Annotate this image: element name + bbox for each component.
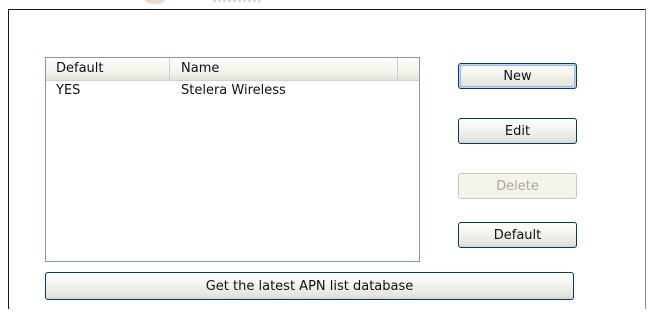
get-latest-apn-list-button[interactable]: Get the latest APN list database <box>45 272 574 300</box>
list-item[interactable]: YES Stelera Wireless <box>46 81 419 100</box>
edit-button[interactable]: Edit <box>458 118 577 144</box>
list-item-default: YES <box>56 83 81 98</box>
apn-list[interactable]: Default Name YES Stelera Wireless <box>45 57 420 262</box>
apn-settings-page: Default Name YES Stelera Wireless New Ed… <box>0 0 654 313</box>
delete-button[interactable]: Delete <box>458 173 577 199</box>
apn-list-header: Default Name <box>46 58 419 81</box>
list-item-name: Stelera Wireless <box>181 83 286 98</box>
new-button[interactable]: New <box>458 63 577 89</box>
column-header-default[interactable]: Default <box>46 58 170 80</box>
cropped-header-fragment <box>145 0 265 6</box>
set-default-button[interactable]: Default <box>458 222 577 248</box>
column-header-name[interactable]: Name <box>170 58 398 80</box>
column-header-filler <box>398 58 419 80</box>
